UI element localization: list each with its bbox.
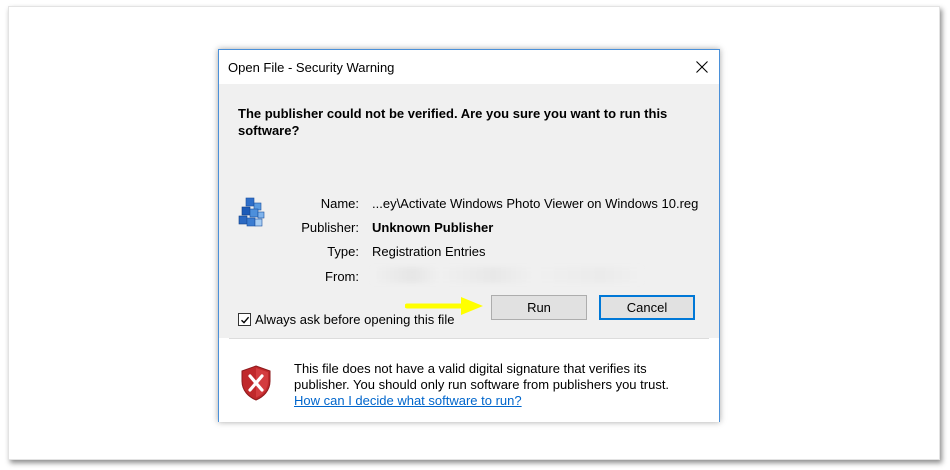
run-button[interactable]: Run	[491, 295, 587, 320]
close-icon	[696, 61, 708, 73]
always-ask-checkbox[interactable]	[238, 313, 251, 326]
from-label: From:	[325, 269, 359, 284]
name-label: Name:	[320, 196, 359, 211]
checkmark-icon	[240, 316, 249, 324]
signature-warning-panel: This file does not have a valid digital …	[219, 339, 719, 422]
security-warning-dialog: Open File - Security Warning The publish…	[218, 49, 720, 422]
from-value-redacted	[372, 267, 642, 283]
type-label: Type:	[327, 244, 359, 259]
help-link[interactable]: How can I decide what software to run?	[294, 393, 522, 408]
signature-warning-text: This file does not have a valid digital …	[294, 361, 670, 392]
always-ask-label: Always ask before opening this file	[255, 312, 455, 327]
always-ask-option[interactable]: Always ask before opening this file	[238, 312, 454, 327]
title-bar: Open File - Security Warning	[219, 50, 719, 84]
registry-file-icon	[238, 197, 265, 227]
publisher-label: Publisher:	[301, 220, 359, 235]
name-value: ...ey\Activate Windows Photo Viewer on W…	[372, 196, 699, 211]
signature-warning-message: This file does not have a valid digital …	[294, 361, 704, 409]
type-value: Registration Entries	[372, 244, 486, 259]
dialog-title: Open File - Security Warning	[228, 60, 395, 75]
close-button[interactable]	[685, 50, 719, 84]
publisher-value: Unknown Publisher	[372, 220, 494, 235]
dialog-main-panel: The publisher could not be verified. Are…	[219, 84, 719, 338]
warning-heading: The publisher could not be verified. Are…	[238, 106, 668, 138]
cancel-button[interactable]: Cancel	[599, 295, 695, 320]
shield-warning-icon	[241, 365, 271, 401]
